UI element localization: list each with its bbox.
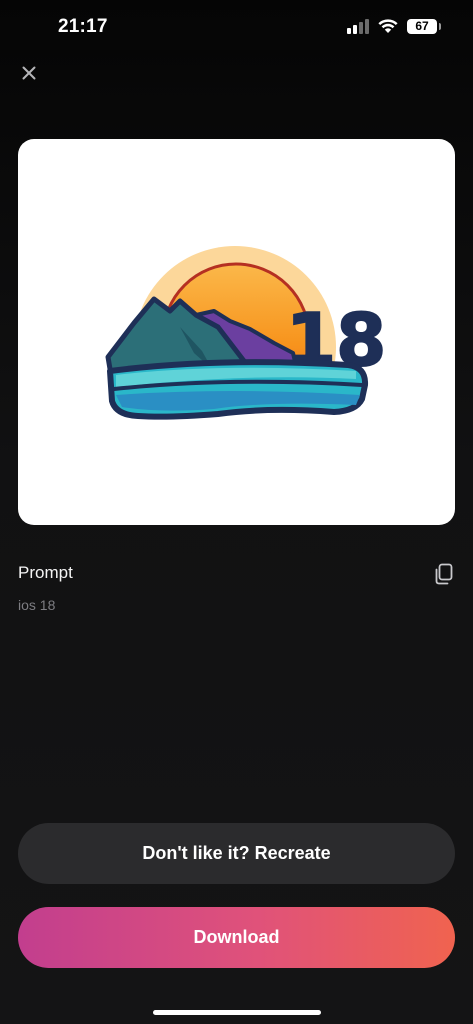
recreate-button[interactable]: Don't like it? Recreate bbox=[18, 823, 455, 884]
battery-icon: 67 bbox=[407, 18, 441, 34]
prompt-text: ios 18 bbox=[18, 597, 56, 613]
close-icon bbox=[22, 66, 36, 80]
generated-logo-image: 18 bbox=[105, 246, 387, 420]
status-icons: 67 bbox=[347, 18, 441, 34]
battery-level: 67 bbox=[415, 18, 429, 33]
recreate-button-label: Don't like it? Recreate bbox=[142, 843, 331, 863]
copy-prompt-button[interactable] bbox=[432, 562, 456, 586]
status-bar: 21:17 67 bbox=[0, 0, 473, 56]
home-indicator bbox=[153, 1010, 321, 1015]
close-button[interactable] bbox=[16, 60, 42, 86]
wifi-icon bbox=[378, 19, 398, 33]
prompt-heading: Prompt bbox=[18, 563, 73, 582]
screen: 21:17 67 18 Prompt ios 18 Don't like it?… bbox=[0, 0, 473, 1024]
signal-icon bbox=[347, 19, 369, 34]
download-button[interactable]: Download bbox=[18, 907, 455, 968]
copy-icon bbox=[435, 563, 453, 585]
download-button-label: Download bbox=[193, 927, 280, 947]
generated-image-card[interactable]: 18 bbox=[18, 139, 455, 525]
status-time: 21:17 bbox=[58, 16, 108, 37]
